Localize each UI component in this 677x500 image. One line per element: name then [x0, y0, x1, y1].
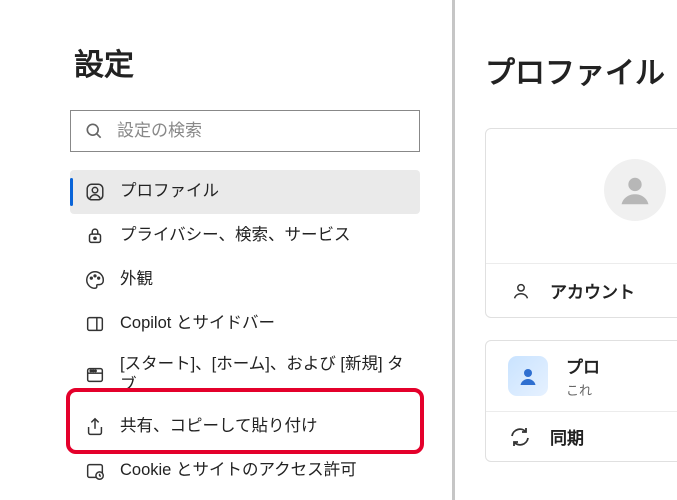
- search-input[interactable]: [117, 121, 407, 141]
- account-row[interactable]: アカウント: [486, 263, 677, 317]
- sidebar-item-share-copy-paste[interactable]: 共有、コピーして貼り付け: [70, 405, 420, 449]
- palette-icon: [84, 269, 106, 291]
- sidebar-item-label: 共有、コピーして貼り付け: [120, 416, 318, 437]
- user-badge-icon: [508, 356, 548, 396]
- page-title: 設定: [74, 40, 452, 84]
- sidebar-item-label: プロファイル: [120, 181, 219, 202]
- card-row-title: 同期: [550, 424, 584, 449]
- sidebar-item-label: [スタート]、[ホーム]、および [新規] タブ: [120, 354, 406, 397]
- sidebar-icon: [84, 313, 106, 335]
- share-icon: [84, 416, 106, 438]
- avatar: [604, 159, 666, 221]
- card-row-sync[interactable]: 同期: [486, 412, 677, 461]
- search-icon: [83, 120, 105, 142]
- sidebar-item-label: プライバシー、検索、サービス: [120, 225, 351, 246]
- sidebar-item-privacy[interactable]: プライバシー、検索、サービス: [70, 214, 420, 258]
- sidebar-item-appearance[interactable]: 外観: [70, 258, 420, 302]
- window-icon: [84, 364, 106, 386]
- settings-right-panel: プロファイル アカウント: [455, 0, 677, 500]
- settings-left-panel: 設定 プロファイル: [0, 0, 452, 500]
- person-icon: [510, 280, 532, 302]
- account-label: アカウント: [550, 278, 635, 303]
- card-row-profile[interactable]: プロ これ: [486, 341, 677, 412]
- sidebar-item-label: 外観: [120, 269, 153, 290]
- settings-search-box[interactable]: [70, 110, 420, 152]
- profile-card: アカウント: [485, 128, 677, 318]
- cookie-icon: [84, 460, 106, 482]
- sidebar-item-profile[interactable]: プロファイル: [70, 170, 420, 214]
- lock-icon: [84, 225, 106, 247]
- right-title: プロファイル: [485, 48, 677, 92]
- profile-sub-card: プロ これ 同期: [485, 340, 677, 462]
- profile-icon: [84, 181, 106, 203]
- sync-icon: [508, 425, 532, 449]
- sidebar-item-start-home-newtab[interactable]: [スタート]、[ホーム]、および [新規] タブ: [70, 346, 420, 405]
- card-row-title: プロ: [566, 353, 600, 378]
- sidebar-item-cookies-permissions[interactable]: Cookie とサイトのアクセス許可: [70, 449, 420, 493]
- sidebar-item-label: Copilot とサイドバー: [120, 313, 275, 334]
- sidebar-item-copilot-sidebar[interactable]: Copilot とサイドバー: [70, 302, 420, 346]
- card-row-sub: これ: [566, 380, 600, 399]
- sidebar-item-label: Cookie とサイトのアクセス許可: [120, 460, 357, 481]
- settings-nav: プロファイル プライバシー、検索、サービス 外観: [70, 170, 420, 493]
